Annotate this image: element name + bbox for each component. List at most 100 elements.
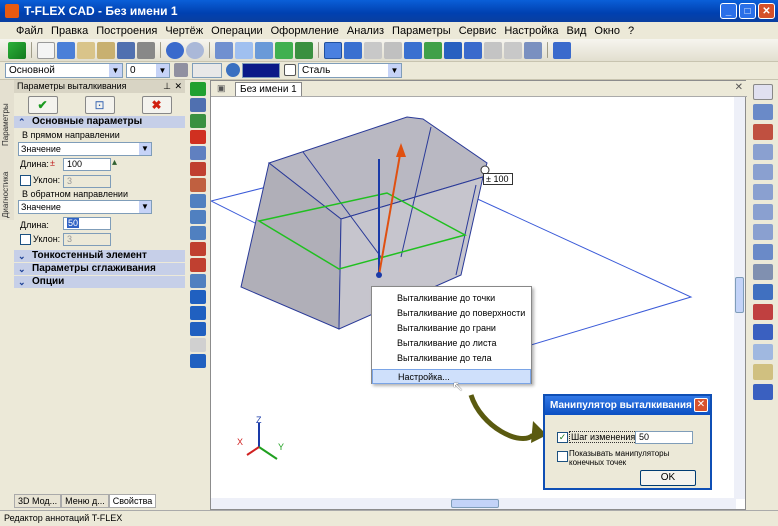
lcs-icon[interactable] bbox=[295, 41, 313, 59]
boolean-icon[interactable] bbox=[190, 354, 206, 368]
point-icon[interactable] bbox=[275, 41, 293, 59]
close-icon[interactable]: ✕ bbox=[174, 80, 182, 93]
color-select[interactable] bbox=[192, 63, 222, 78]
workplane-icon[interactable] bbox=[235, 41, 253, 59]
tab-document[interactable]: Без имени 1 bbox=[235, 82, 302, 96]
scroll-thumb[interactable] bbox=[451, 499, 499, 508]
pan-icon[interactable] bbox=[753, 224, 773, 240]
section-thin-wall[interactable]: ⌄ Тонкостенный элемент bbox=[14, 250, 185, 262]
section-options[interactable]: ⌄ Опции bbox=[14, 276, 185, 288]
manipulator-origin[interactable] bbox=[376, 272, 382, 278]
close-document-icon[interactable]: ✕ bbox=[735, 82, 743, 93]
shading-icon[interactable] bbox=[753, 284, 773, 300]
forward-length-input[interactable]: 100 bbox=[63, 158, 111, 171]
smooth2-icon[interactable] bbox=[190, 322, 206, 336]
forward-slope-input[interactable]: 3 bbox=[63, 175, 111, 188]
ok-button[interactable]: ✔ bbox=[27, 96, 58, 114]
vertical-scrollbar[interactable] bbox=[734, 97, 745, 499]
end-point-icon[interactable] bbox=[190, 258, 206, 272]
minimize-button[interactable]: _ bbox=[720, 3, 737, 19]
spin-icon[interactable]: ▴ bbox=[112, 157, 117, 168]
menu-settings[interactable]: Настройка bbox=[500, 25, 562, 37]
layer-select[interactable]: Основной ▼ bbox=[5, 63, 123, 78]
smooth-icon[interactable] bbox=[190, 306, 206, 320]
menu-help[interactable]: ? bbox=[624, 25, 638, 37]
zoom-all-icon[interactable] bbox=[753, 164, 773, 180]
start-point-icon[interactable] bbox=[190, 242, 206, 256]
forward-mode-select[interactable]: Значение ▼ bbox=[18, 142, 152, 156]
backward-slope-input[interactable]: 3 bbox=[63, 233, 111, 246]
body-icon[interactable] bbox=[190, 338, 206, 352]
thin-wall-icon[interactable] bbox=[190, 290, 206, 304]
extrude-icon[interactable] bbox=[324, 41, 342, 59]
hole-icon[interactable] bbox=[464, 41, 482, 59]
menu-construct[interactable]: Построения bbox=[92, 25, 161, 37]
open-icon[interactable] bbox=[77, 41, 95, 59]
menu-item-to-surface[interactable]: Выталкивание до поверхности bbox=[372, 306, 531, 321]
node-icon[interactable] bbox=[255, 41, 273, 59]
backward-icon[interactable] bbox=[190, 226, 206, 240]
color-icon[interactable] bbox=[226, 63, 240, 77]
menu-edit[interactable]: Правка bbox=[47, 25, 92, 37]
menu-item-to-body[interactable]: Выталкивание до тела bbox=[372, 351, 531, 366]
view-cube-icon[interactable] bbox=[753, 344, 773, 360]
scroll-down-icon[interactable] bbox=[753, 384, 773, 400]
magnet-icon[interactable] bbox=[753, 124, 773, 140]
menu-service[interactable]: Сервис bbox=[455, 25, 501, 37]
shell-icon[interactable] bbox=[484, 41, 502, 59]
maximize-button[interactable]: □ bbox=[739, 3, 756, 19]
tab-properties[interactable]: Свойства bbox=[108, 494, 157, 508]
forward-icon[interactable] bbox=[190, 210, 206, 224]
backward-slope-checkbox[interactable] bbox=[20, 234, 31, 245]
menu-item-to-point[interactable]: Выталкивание до точки bbox=[372, 291, 531, 306]
rotate-view-icon[interactable] bbox=[753, 244, 773, 260]
menu-operations[interactable]: Операции bbox=[207, 25, 266, 37]
preview-icon[interactable] bbox=[190, 146, 206, 160]
material-toggle[interactable] bbox=[284, 64, 296, 76]
material-icon[interactable] bbox=[553, 41, 571, 59]
direction-icon[interactable]: ± bbox=[50, 158, 60, 170]
section-main-params[interactable]: ⌃ Основные параметры bbox=[14, 116, 185, 128]
menu-view[interactable]: Вид bbox=[563, 25, 591, 37]
section-icon[interactable] bbox=[753, 324, 773, 340]
to-surface-icon[interactable] bbox=[190, 274, 206, 288]
menu-window[interactable]: Окно bbox=[590, 25, 624, 37]
loft-icon[interactable] bbox=[364, 41, 382, 59]
step-checkbox[interactable]: ✓ bbox=[557, 432, 568, 443]
boolean-icon[interactable] bbox=[404, 41, 422, 59]
ok-button[interactable]: OK bbox=[640, 470, 696, 486]
backward-mode-select[interactable]: Значение ▼ bbox=[18, 200, 152, 214]
menu-design[interactable]: Оформление bbox=[267, 25, 343, 37]
redo-icon[interactable] bbox=[186, 41, 204, 59]
undo-icon[interactable] bbox=[166, 41, 184, 59]
new-document-icon[interactable] bbox=[37, 41, 55, 59]
horizontal-scrollbar[interactable] bbox=[211, 498, 736, 509]
select-icon[interactable] bbox=[190, 114, 206, 128]
tab-menu[interactable]: Меню д... bbox=[61, 494, 109, 508]
menu-item-to-sheet[interactable]: Выталкивание до листа bbox=[372, 336, 531, 351]
pattern-icon[interactable] bbox=[444, 41, 462, 59]
print-icon[interactable] bbox=[137, 41, 155, 59]
cancel-contour-icon[interactable] bbox=[190, 178, 206, 192]
direction-icon[interactable] bbox=[190, 194, 206, 208]
camera-icon[interactable] bbox=[753, 264, 773, 280]
rotate-icon[interactable] bbox=[344, 41, 362, 59]
tab-parameters[interactable]: Параметры bbox=[1, 84, 13, 146]
backward-length-input[interactable]: 50 bbox=[63, 217, 111, 230]
menu-analysis[interactable]: Анализ bbox=[343, 25, 388, 37]
menu-parameters[interactable]: Параметры bbox=[388, 25, 455, 37]
thicken-icon[interactable] bbox=[504, 41, 522, 59]
fillet-icon[interactable] bbox=[424, 41, 442, 59]
snap-icon[interactable] bbox=[753, 84, 773, 100]
view-icon[interactable] bbox=[753, 104, 773, 120]
contour-icon[interactable] bbox=[190, 162, 206, 176]
edit-icon[interactable] bbox=[524, 41, 542, 59]
menu-item-to-face[interactable]: Выталкивание до грани bbox=[372, 321, 531, 336]
cancel-icon[interactable] bbox=[190, 130, 206, 144]
new-3d-icon[interactable] bbox=[57, 41, 75, 59]
zoom-in-icon[interactable] bbox=[753, 184, 773, 200]
parameters-icon[interactable] bbox=[190, 98, 206, 112]
tab-3d-model[interactable]: 3D Мод... bbox=[14, 494, 62, 508]
zoom-window-icon[interactable] bbox=[753, 144, 773, 160]
color-swatch[interactable] bbox=[242, 63, 280, 78]
